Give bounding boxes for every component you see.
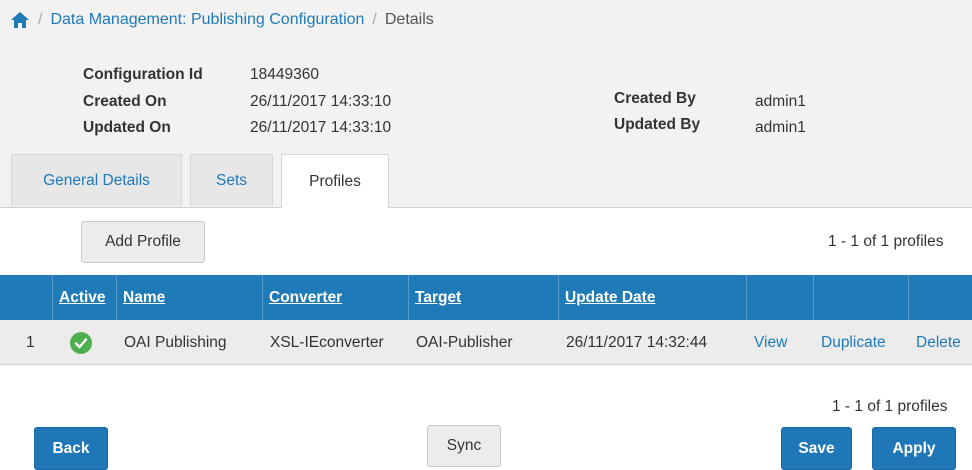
table-header: Active Name Converter Target Update Date bbox=[0, 275, 972, 320]
table-row: 1 OAI Publishing XSL-IEconverter OAI-Pub… bbox=[0, 320, 972, 365]
apply-button[interactable]: Apply bbox=[872, 427, 956, 470]
config-id-value: 18449360 bbox=[250, 66, 319, 83]
column-header-delete bbox=[908, 275, 972, 320]
add-profile-button[interactable]: Add Profile bbox=[81, 221, 205, 263]
column-header-view bbox=[746, 275, 813, 320]
row-delete-link[interactable]: Delete bbox=[910, 320, 972, 365]
row-target: OAI-Publisher bbox=[416, 333, 513, 351]
tab-profiles[interactable]: Profiles bbox=[281, 154, 389, 208]
row-update-date: 26/11/2017 14:32:44 bbox=[566, 333, 708, 351]
breadcrumb: / Data Management: Publishing Configurat… bbox=[0, 0, 972, 40]
column-header-name[interactable]: Name bbox=[116, 275, 262, 320]
updated-by-label: Updated By bbox=[614, 116, 701, 133]
created-on-value: 26/11/2017 14:33:10 bbox=[250, 93, 392, 110]
created-on-label: Created On bbox=[83, 93, 167, 110]
row-active-cell bbox=[64, 320, 112, 365]
save-button[interactable]: Save bbox=[781, 427, 852, 470]
row-converter: XSL-IEconverter bbox=[270, 333, 384, 351]
column-header-converter[interactable]: Converter bbox=[262, 275, 408, 320]
results-count-top: 1 - 1 of 1 profiles bbox=[828, 233, 944, 250]
results-count-bottom: 1 - 1 of 1 profiles bbox=[832, 398, 948, 415]
breadcrumb-parent-link[interactable]: Data Management: Publishing Configuratio… bbox=[50, 11, 364, 29]
tab-sets[interactable]: Sets bbox=[190, 154, 273, 206]
updated-on-label: Updated On bbox=[83, 119, 171, 136]
breadcrumb-separator: / bbox=[372, 11, 377, 28]
column-header-active[interactable]: Active bbox=[52, 275, 116, 320]
row-name: OAI Publishing bbox=[124, 333, 227, 351]
updated-by-value: admin1 bbox=[755, 119, 806, 136]
breadcrumb-separator: / bbox=[38, 11, 43, 28]
breadcrumb-current: Details bbox=[384, 11, 434, 28]
column-header-update-date[interactable]: Update Date bbox=[558, 275, 746, 320]
created-by-value: admin1 bbox=[755, 93, 806, 110]
updated-on-value: 26/11/2017 14:33:10 bbox=[250, 119, 392, 136]
sync-button[interactable]: Sync bbox=[427, 425, 501, 467]
row-view-link[interactable]: View bbox=[748, 320, 813, 365]
row-duplicate-link[interactable]: Duplicate bbox=[815, 320, 908, 365]
tab-bar: General Details Sets Profiles bbox=[0, 154, 972, 208]
config-id-label: Configuration Id bbox=[83, 66, 203, 83]
active-check-icon bbox=[70, 331, 92, 354]
column-header-target[interactable]: Target bbox=[408, 275, 558, 320]
created-by-label: Created By bbox=[614, 90, 696, 107]
tab-general-details[interactable]: General Details bbox=[11, 154, 182, 206]
column-header-duplicate bbox=[813, 275, 908, 320]
row-index: 1 bbox=[26, 333, 35, 351]
home-icon[interactable] bbox=[10, 10, 30, 30]
back-button[interactable]: Back bbox=[34, 427, 108, 470]
